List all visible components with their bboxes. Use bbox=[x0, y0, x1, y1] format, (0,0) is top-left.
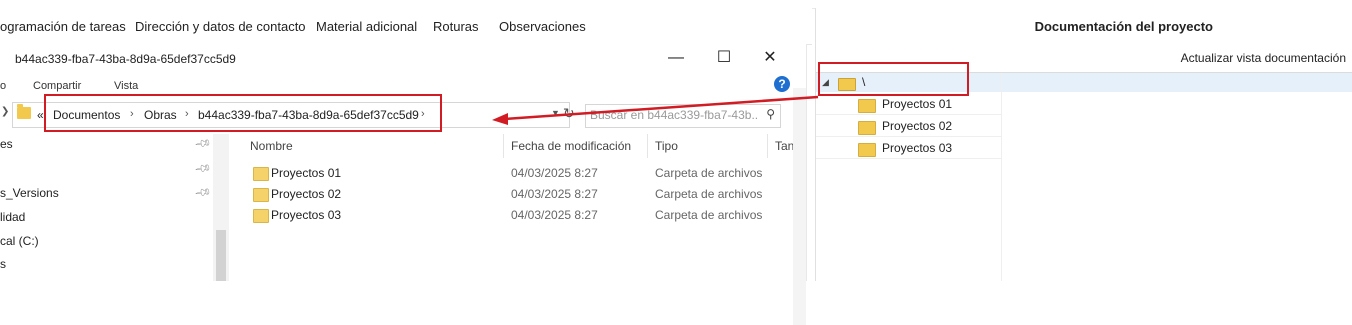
column-header-date[interactable]: Fecha de modificación bbox=[511, 139, 631, 153]
ribbon-tab-compartir[interactable]: Compartir bbox=[33, 80, 81, 92]
documentation-panel: Documentación del proyecto Actualizar vi… bbox=[815, 8, 1352, 281]
pin-icon[interactable]: 📌︎ bbox=[194, 159, 213, 178]
column-header-size[interactable]: Tan bbox=[775, 139, 794, 153]
maximize-button[interactable]: ☐ bbox=[711, 49, 737, 67]
annotation-box-address bbox=[44, 94, 442, 132]
ribbon-tab-inicio[interactable]: o bbox=[0, 80, 6, 92]
tab-direccion-contacto[interactable]: Dirección y datos de contacto bbox=[135, 19, 306, 34]
file-type: Carpeta de archivos bbox=[655, 166, 763, 180]
column-divider[interactable] bbox=[647, 134, 648, 158]
column-divider[interactable] bbox=[503, 134, 504, 158]
file-date: 04/03/2025 8:27 bbox=[511, 187, 598, 201]
search-placeholder: Buscar en b44ac339-fba7-43b... bbox=[590, 108, 758, 122]
file-type: Carpeta de archivos bbox=[655, 208, 763, 222]
nav-item-quick-access[interactable]: es bbox=[0, 137, 13, 151]
grid-line bbox=[816, 136, 1001, 137]
file-name: Proyectos 01 bbox=[271, 166, 342, 180]
pin-icon[interactable]: 📌︎ bbox=[194, 183, 213, 202]
minimize-button[interactable]: — bbox=[663, 49, 689, 67]
tree-item-label: Proyectos 02 bbox=[882, 119, 953, 133]
file-row[interactable]: Proyectos 02 04/03/2025 8:27 Carpeta de … bbox=[250, 185, 770, 205]
nav-item-calidad[interactable]: lidad bbox=[0, 210, 25, 224]
tab-roturas[interactable]: Roturas bbox=[433, 19, 479, 34]
form-tab-strip: ogramación de tareas Dirección y datos d… bbox=[0, 0, 812, 45]
refresh-documentation-button[interactable]: Actualizar vista documentación bbox=[1086, 43, 1346, 73]
folder-icon bbox=[253, 167, 269, 181]
annotation-box-root bbox=[818, 62, 969, 96]
file-explorer-window: b44ac339-fba7-43ba-8d9a-65def37cc5d9 — ☐… bbox=[0, 44, 807, 325]
folder-icon bbox=[253, 209, 269, 223]
column-header-name[interactable]: Nombre bbox=[250, 139, 293, 153]
tree-item-label: Proyectos 03 bbox=[882, 141, 953, 155]
file-name: Proyectos 02 bbox=[271, 187, 342, 201]
content-scrollbar[interactable] bbox=[793, 88, 806, 325]
column-header-type[interactable]: Tipo bbox=[655, 139, 678, 153]
grid-line bbox=[816, 158, 1001, 159]
scrollbar-thumb[interactable] bbox=[216, 230, 226, 281]
nav-item-other[interactable]: s bbox=[0, 257, 6, 271]
nav-up-arrow-icon[interactable]: ❯ bbox=[1, 106, 9, 117]
folder-icon bbox=[858, 99, 876, 113]
tab-observaciones[interactable]: Observaciones bbox=[499, 19, 586, 34]
breadcrumb-overflow[interactable]: « bbox=[37, 108, 44, 122]
nav-item-local-disk[interactable]: cal (C:) bbox=[0, 234, 39, 248]
help-icon[interactable]: ? bbox=[774, 76, 790, 92]
search-input[interactable]: Buscar en b44ac339-fba7-43b... ⚲ bbox=[585, 104, 781, 128]
folder-icon bbox=[858, 143, 876, 157]
column-divider[interactable] bbox=[767, 134, 768, 158]
folder-icon bbox=[253, 188, 269, 202]
folder-icon bbox=[858, 121, 876, 135]
chevron-down-icon[interactable]: ▼ bbox=[551, 108, 560, 118]
file-row[interactable]: Proyectos 03 04/03/2025 8:27 Carpeta de … bbox=[250, 206, 770, 226]
navigation-pane: es 📌︎ 📌︎ s_Versions 📌︎ lidad cal (C:) s bbox=[0, 134, 228, 281]
pin-icon[interactable]: 📌︎ bbox=[194, 134, 213, 153]
nav-item-versions[interactable]: s_Versions bbox=[0, 186, 59, 200]
folder-icon bbox=[17, 104, 31, 119]
search-icon: ⚲ bbox=[766, 107, 775, 121]
window-title: b44ac339-fba7-43ba-8d9a-65def37cc5d9 bbox=[15, 52, 236, 66]
close-button[interactable]: ✕ bbox=[757, 49, 783, 67]
file-row[interactable]: Proyectos 01 04/03/2025 8:27 Carpeta de … bbox=[250, 164, 770, 184]
tree-item-label: Proyectos 01 bbox=[882, 97, 953, 111]
nav-scrollbar[interactable] bbox=[213, 134, 229, 281]
file-date: 04/03/2025 8:27 bbox=[511, 166, 598, 180]
panel-title: Documentación del proyecto bbox=[1034, 19, 1213, 34]
tab-programacion-tareas[interactable]: ogramación de tareas bbox=[0, 19, 126, 34]
grid-line bbox=[1001, 73, 1002, 281]
refresh-icon[interactable]: ↻ bbox=[563, 105, 575, 122]
file-date: 04/03/2025 8:27 bbox=[511, 208, 598, 222]
ribbon-tab-vista[interactable]: Vista bbox=[114, 80, 138, 92]
grid-line bbox=[816, 114, 1001, 115]
tab-material-adicional[interactable]: Material adicional bbox=[316, 19, 417, 34]
file-name: Proyectos 03 bbox=[271, 208, 342, 222]
file-type: Carpeta de archivos bbox=[655, 187, 763, 201]
